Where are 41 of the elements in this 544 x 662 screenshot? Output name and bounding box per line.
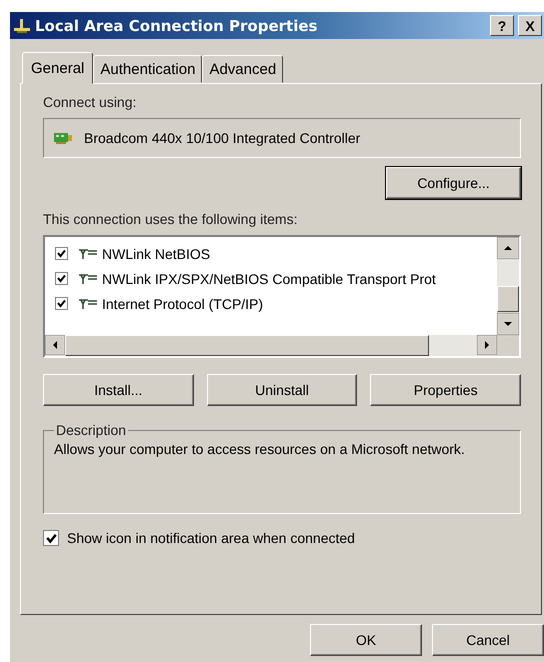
tab[interactable]: General <box>22 52 94 84</box>
checkbox[interactable] <box>55 247 68 260</box>
item-button[interactable]: Properties <box>370 374 522 406</box>
scroll-up-icon[interactable] <box>497 237 519 259</box>
list-item[interactable]: NWLink IPX/SPX/NetBIOS Compatible Transport Prot <box>45 266 497 291</box>
scroll-left-icon[interactable] <box>45 335 65 355</box>
scroll-thumb[interactable] <box>497 286 519 312</box>
description-text: Allows your computer to access resources on a Microsoft network. <box>54 440 466 459</box>
dialog-button[interactable]: OK <box>310 624 422 656</box>
connect-using-label: Connect using: <box>43 94 138 110</box>
scroll-right-icon[interactable] <box>477 335 497 355</box>
item-button[interactable]: Install... <box>43 374 194 406</box>
checkbox[interactable] <box>43 530 59 546</box>
configure-button[interactable]: Configure... <box>386 167 521 199</box>
close-button[interactable]: X <box>518 15 542 36</box>
checkbox-label: Show icon in notification area when connected <box>67 530 355 546</box>
tab[interactable]: Advanced <box>202 55 284 83</box>
protocol-icon <box>78 272 98 284</box>
item-name: NWLink NetBIOS <box>102 246 210 262</box>
item-name: NWLink IPX/SPX/NetBIOS Compatible Transport Prot <box>102 270 436 286</box>
checkbox[interactable] <box>55 272 68 285</box>
dialog-button[interactable]: Cancel <box>432 624 544 656</box>
description-label: Description <box>55 422 128 438</box>
network-card-icon <box>54 132 72 144</box>
item-button[interactable]: Uninstall <box>206 374 358 406</box>
tab[interactable]: Authentication <box>93 55 202 83</box>
list-item[interactable]: NWLink NetBIOS <box>45 241 497 266</box>
network-icon <box>13 18 31 34</box>
window-title: Local Area Connection Properties <box>35 16 318 34</box>
protocol-icon <box>78 298 98 310</box>
item-name: Internet Protocol (TCP/IP) <box>102 296 264 312</box>
checkbox[interactable] <box>55 297 68 310</box>
scrollbar-corner <box>497 335 519 356</box>
protocol-icon <box>78 248 98 260</box>
help-button[interactable]: ? <box>490 15 514 36</box>
horizontal-scrollbar[interactable] <box>45 335 519 356</box>
device-name: Broadcom 440x 10/100 Integrated Controller <box>84 130 360 146</box>
scroll-down-icon[interactable] <box>497 313 519 335</box>
list-item[interactable]: Internet Protocol (TCP/IP) <box>45 291 497 316</box>
vertical-scrollbar[interactable] <box>497 237 519 335</box>
items-label: This connection uses the following items: <box>43 211 298 227</box>
